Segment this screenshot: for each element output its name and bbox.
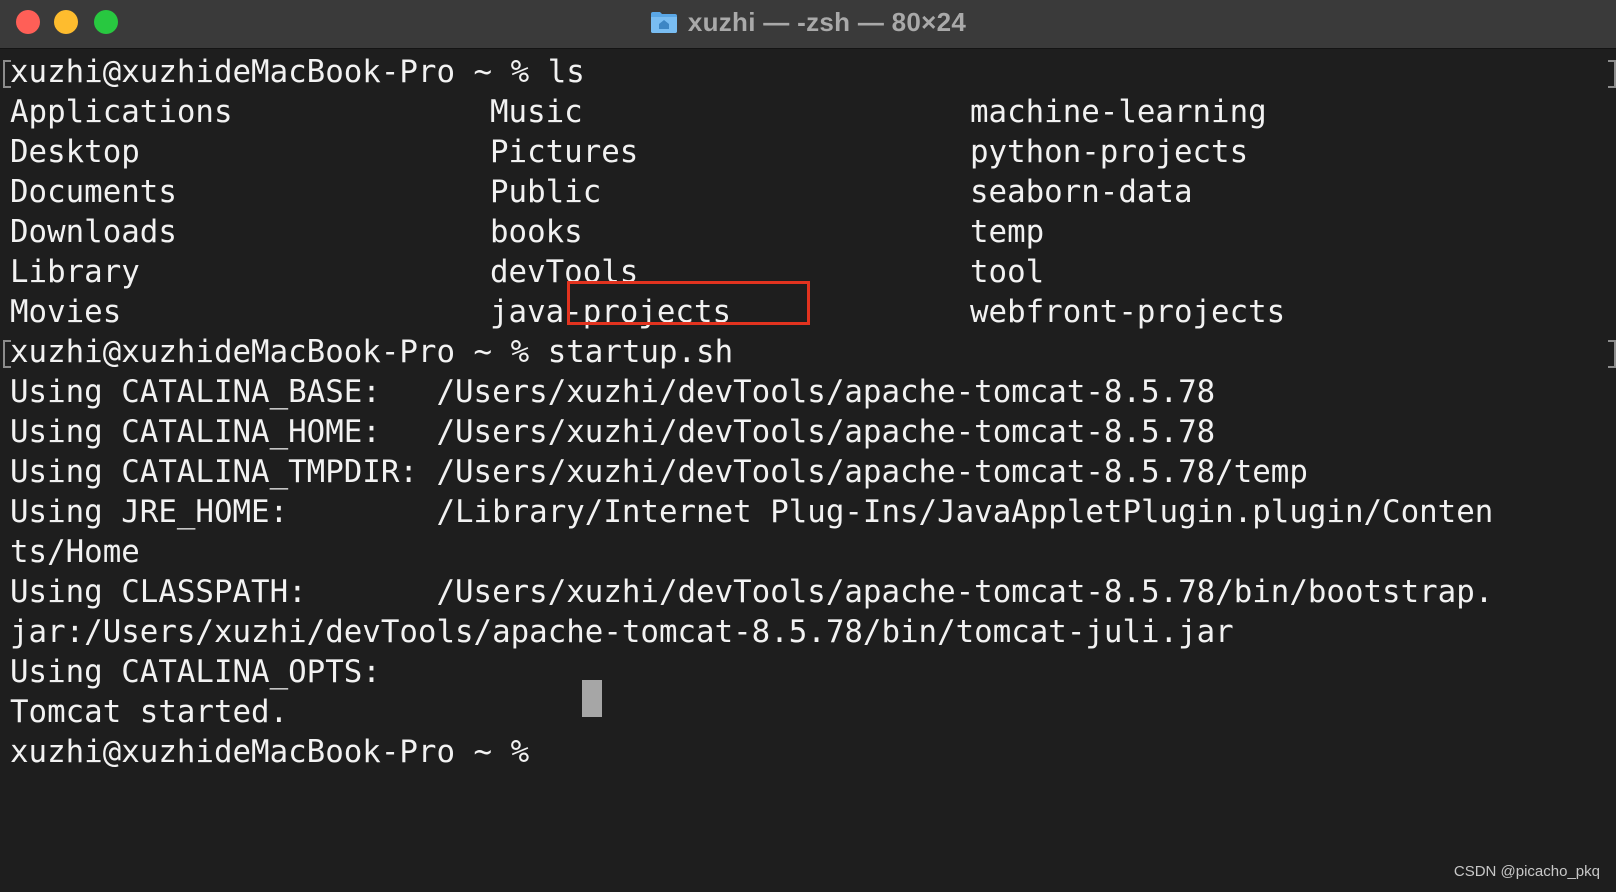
ls-entry: Public xyxy=(490,174,602,210)
output-line: Tomcat started. xyxy=(10,694,289,730)
command-highlight-box xyxy=(567,281,810,325)
output-line: Using CATALINA_OPTS: xyxy=(10,654,381,690)
output-line: Using CATALINA_HOME: /Users/xuzhi/devToo… xyxy=(10,414,1216,450)
ls-entry: Downloads xyxy=(10,214,177,250)
ls-entry: temp xyxy=(970,214,1045,250)
output-line: jar:/Users/xuzhi/devTools/apache-tomcat-… xyxy=(10,614,1234,650)
window-title-group: xuzhi — -zsh — 80×24 xyxy=(0,0,1616,44)
ls-entry: Movies xyxy=(10,294,122,330)
ls-entry: Documents xyxy=(10,174,177,210)
mark-bracket-right xyxy=(1608,60,1616,88)
mark-bracket-right xyxy=(1608,340,1616,368)
prompt-line-current: xuzhi@xuzhideMacBook-Pro ~ % xyxy=(10,734,548,770)
title-bar[interactable]: xuzhi — -zsh — 80×24 xyxy=(0,0,1616,49)
ls-entry: Applications xyxy=(10,94,233,130)
output-line: Using CLASSPATH: /Users/xuzhi/devTools/a… xyxy=(10,574,1494,610)
output-line: Using JRE_HOME: /Library/Internet Plug-I… xyxy=(10,494,1494,530)
ls-entry: Music xyxy=(490,94,583,130)
ls-entry: Desktop xyxy=(10,134,140,170)
output-line: Using CATALINA_BASE: /Users/xuzhi/devToo… xyxy=(10,374,1216,410)
ls-entry: webfront-projects xyxy=(970,294,1286,330)
output-line: ts/Home xyxy=(10,534,140,570)
watermark: CSDN @picacho_pkq xyxy=(1453,863,1600,880)
home-folder-icon xyxy=(650,12,677,33)
prompt-line-startup: xuzhi@xuzhideMacBook-Pro ~ % startup.sh xyxy=(10,334,734,370)
ls-entry: Pictures xyxy=(490,134,639,170)
ls-entry: machine-learning xyxy=(970,94,1267,130)
ls-entry: tool xyxy=(970,254,1045,290)
ls-entry: python-projects xyxy=(970,134,1249,170)
ls-entry: seaborn-data xyxy=(970,174,1193,210)
text-cursor[interactable] xyxy=(582,680,602,717)
output-line: Using CATALINA_TMPDIR: /Users/xuzhi/devT… xyxy=(10,454,1308,490)
ls-entry: books xyxy=(490,214,583,250)
window-title: xuzhi — -zsh — 80×24 xyxy=(687,6,967,37)
prompt-line-ls: xuzhi@xuzhideMacBook-Pro ~ % ls xyxy=(10,54,585,90)
terminal-window: xuzhi — -zsh — 80×24 xuzhi@xuzhideMacBoo… xyxy=(0,0,1616,892)
terminal-output[interactable]: xuzhi@xuzhideMacBook-Pro ~ % ls Applicat… xyxy=(3,52,1616,852)
ls-entry: Library xyxy=(10,254,140,290)
